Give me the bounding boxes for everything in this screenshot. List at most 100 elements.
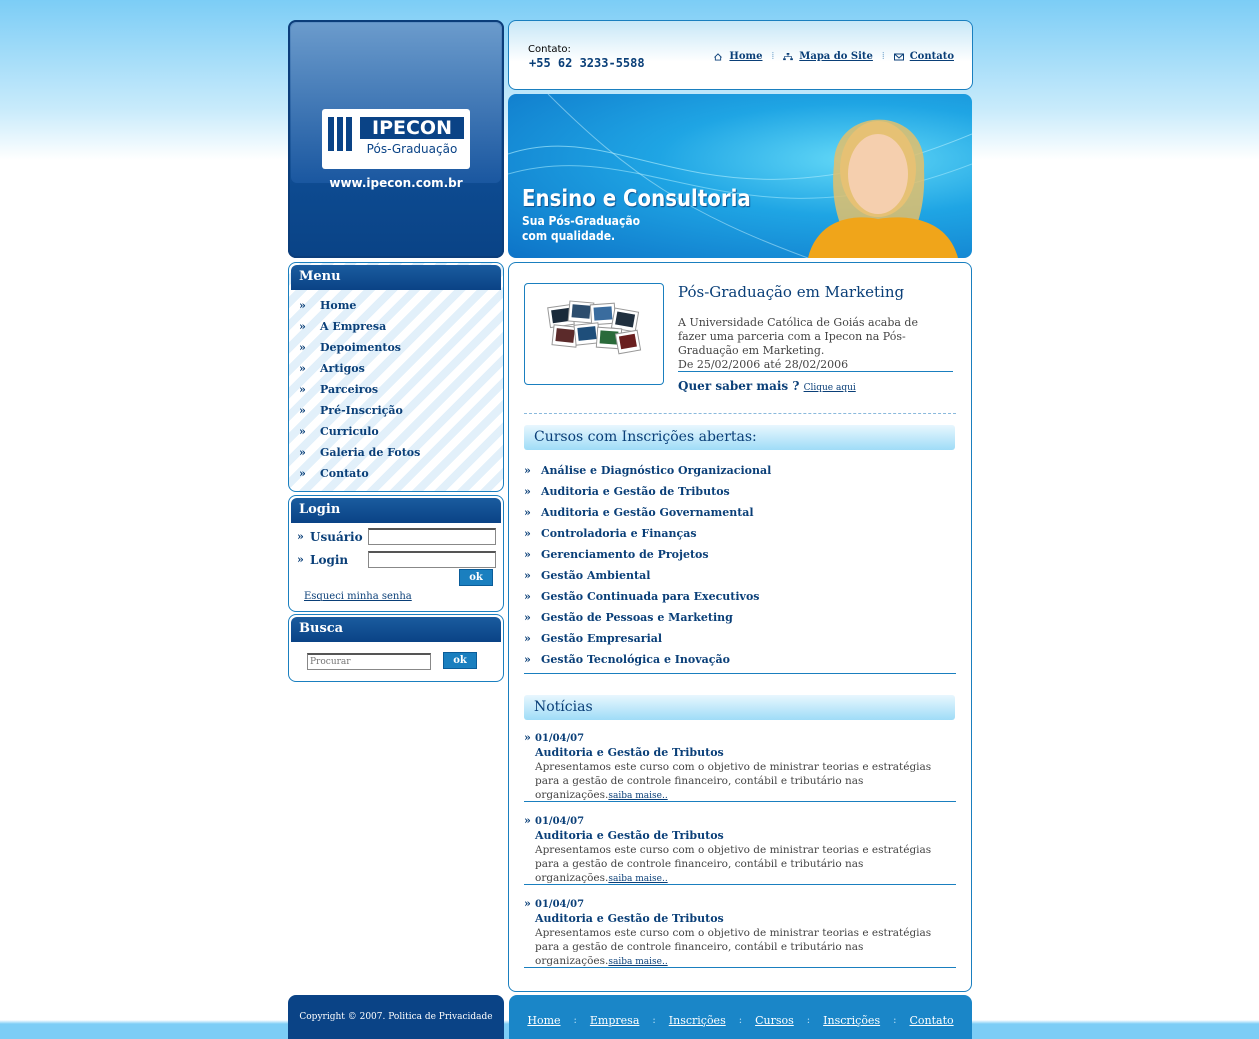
menu-panel: Menu » Home » A Empresa » Depoimentos » Artigos… <box>288 262 504 492</box>
menu-item[interactable]: » Artigos <box>299 358 420 379</box>
search-ok-button[interactable]: ok <box>443 652 477 669</box>
username-input[interactable] <box>368 528 496 545</box>
course-item[interactable]: » Gestão Tecnológica e Inovação <box>524 649 955 670</box>
bullet-icon: » <box>524 464 531 477</box>
login-panel: Login » Usuário » Login ok Esqueci minha… <box>288 495 504 612</box>
course-item[interactable]: » Gestão Continuada para Executivos <box>524 586 955 607</box>
feature-more: Quer saber mais ? Clique aqui <box>678 379 856 393</box>
search-panel: Busca ok <box>288 614 504 682</box>
bullet-icon: » <box>299 425 306 438</box>
bullet-icon: » <box>524 611 531 624</box>
top-link-sitemap-label[interactable]: Mapa do Site <box>799 51 873 62</box>
course-item[interactable]: » Controladoria e Finanças <box>524 523 955 544</box>
menu-item[interactable]: » Curriculo <box>299 421 420 442</box>
course-item-label[interactable]: Gestão de Pessoas e Marketing <box>541 611 733 624</box>
course-item[interactable]: » Auditoria e Gestão de Tributos <box>524 481 955 502</box>
logo-url: www.ipecon.com.br <box>329 176 463 190</box>
course-item-label[interactable]: Gerenciamento de Projetos <box>541 548 709 561</box>
course-item[interactable]: » Gerenciamento de Projetos <box>524 544 955 565</box>
person-face-front <box>848 134 908 214</box>
news-item: » 01/04/07 Auditoria e Gestão de Tributos A… <box>524 731 956 802</box>
feature-more-link[interactable]: Clique aqui <box>804 383 856 393</box>
menu-item-label[interactable]: Depoimentos <box>320 341 401 354</box>
news-text-body: Apresentamos este curso com o objetivo d… <box>535 844 932 884</box>
course-item-label[interactable]: Gestão Tecnológica e Inovação <box>541 653 730 666</box>
footer-nav: Home: Empresa: Inscrições: Cursos: Inscriçõe… <box>509 995 972 1039</box>
top-contact-bar: Contato: +55 62 3233-5588 Home ⁞ Mapa do… <box>508 20 973 90</box>
login-label: Login <box>310 552 349 567</box>
menu-item[interactable]: » Pré-Inscrição <box>299 400 420 421</box>
menu-item[interactable]: » Depoimentos <box>299 337 420 358</box>
top-link-sitemap[interactable]: Mapa do Site <box>783 51 873 62</box>
course-item-label[interactable]: Auditoria e Gestão de Tributos <box>541 485 730 498</box>
course-item[interactable]: » Auditoria e Gestão Governamental <box>524 502 955 523</box>
hero-banner: Ensino e Consultoria Sua Pós-Graduação c… <box>508 94 972 258</box>
menu-item[interactable]: » A Empresa <box>299 316 420 337</box>
footer-link[interactable]: Inscrições <box>669 1014 726 1027</box>
course-item[interactable]: » Gestão Ambiental <box>524 565 955 586</box>
bullet-icon: » <box>524 590 531 603</box>
news-read-more-link[interactable]: saiba maise.. <box>608 791 667 801</box>
login-ok-button[interactable]: ok <box>459 569 493 586</box>
feature-dates: De 25/02/2006 até 28/02/2006 <box>678 358 849 371</box>
course-item-label[interactable]: Controladoria e Finanças <box>541 527 697 540</box>
news-item-title[interactable]: Auditoria e Gestão de Tributos <box>535 912 724 925</box>
course-item-label[interactable]: Auditoria e Gestão Governamental <box>541 506 754 519</box>
footer-link[interactable]: Cursos <box>755 1014 794 1027</box>
news-item-title[interactable]: Auditoria e Gestão de Tributos <box>535 829 724 842</box>
top-link-home[interactable]: Home <box>713 51 762 62</box>
menu-item-label[interactable]: Contato <box>320 467 369 480</box>
logo-subtitle: Pós-Graduação <box>366 142 458 156</box>
news-text: Apresentamos este curso com o objetivo d… <box>535 760 957 803</box>
menu-item-label[interactable]: Pré-Inscrição <box>320 404 403 417</box>
menu-item-label[interactable]: Curriculo <box>320 425 379 438</box>
top-link-contact-label[interactable]: Contato <box>910 51 954 62</box>
bullet-icon: » <box>299 362 306 375</box>
sitemap-icon <box>783 52 794 60</box>
footer-link[interactable]: Contato <box>909 1014 953 1027</box>
course-item[interactable]: » Gestão Empresarial <box>524 628 955 649</box>
ipecon-logo[interactable]: IPECON Pós-Graduação <box>322 109 470 169</box>
divider <box>678 371 953 372</box>
login-input[interactable] <box>368 551 496 568</box>
news-item-title[interactable]: Auditoria e Gestão de Tributos <box>535 746 724 759</box>
feature-description-text: A Universidade Católica de Goiás acaba d… <box>678 316 918 357</box>
bullet-icon: » <box>299 341 306 354</box>
bullet-icon: » <box>299 467 306 480</box>
news-read-more-link[interactable]: saiba maise.. <box>608 874 667 884</box>
course-item-label[interactable]: Análise e Diagnóstico Organizacional <box>541 464 771 477</box>
footer-link[interactable]: Inscrições <box>823 1014 880 1027</box>
menu-item-label[interactable]: Galeria de Fotos <box>320 446 420 459</box>
top-nav: Home ⁞ Mapa do Site ⁞ Contato <box>713 51 954 62</box>
banner-subtitle: Sua Pós-Graduação com qualidade. <box>522 214 641 243</box>
menu-item-label[interactable]: A Empresa <box>320 320 386 333</box>
username-label: Usuário <box>310 529 363 544</box>
course-item-label[interactable]: Gestão Ambiental <box>541 569 650 582</box>
news-read-more-link[interactable]: saiba maise.. <box>608 957 667 967</box>
menu-list: » Home » A Empresa » Depoimentos » Artigos » Parc… <box>299 295 420 484</box>
menu-item-label[interactable]: Home <box>320 299 356 312</box>
menu-item[interactable]: » Contato <box>299 463 420 484</box>
feature-more-label: Quer saber mais ? <box>678 379 800 393</box>
feature-image[interactable] <box>524 283 664 385</box>
envelope-icon <box>893 53 904 60</box>
bullet-icon: » <box>297 553 304 566</box>
top-link-contact[interactable]: Contato <box>893 51 954 62</box>
course-item[interactable]: » Gestão de Pessoas e Marketing <box>524 607 955 628</box>
footer-link[interactable]: Empresa <box>590 1014 639 1027</box>
feature-description: A Universidade Católica de Goiás acaba d… <box>678 316 938 372</box>
course-item-label[interactable]: Gestão Empresarial <box>541 632 662 645</box>
bullet-icon: » <box>524 569 531 582</box>
footer-link[interactable]: Home <box>527 1014 560 1027</box>
top-link-separator: ⁞ <box>771 51 775 62</box>
search-input[interactable] <box>307 653 431 670</box>
course-item[interactable]: » Análise e Diagnóstico Organizacional <box>524 460 955 481</box>
top-link-home-label[interactable]: Home <box>729 51 762 62</box>
forgot-password-link[interactable]: Esqueci minha senha <box>304 591 412 602</box>
course-item-label[interactable]: Gestão Continuada para Executivos <box>541 590 759 603</box>
menu-item-label[interactable]: Parceiros <box>320 383 378 396</box>
menu-item-label[interactable]: Artigos <box>320 362 365 375</box>
menu-item[interactable]: » Parceiros <box>299 379 420 400</box>
menu-item[interactable]: » Galeria de Fotos <box>299 442 420 463</box>
menu-item[interactable]: » Home <box>299 295 420 316</box>
